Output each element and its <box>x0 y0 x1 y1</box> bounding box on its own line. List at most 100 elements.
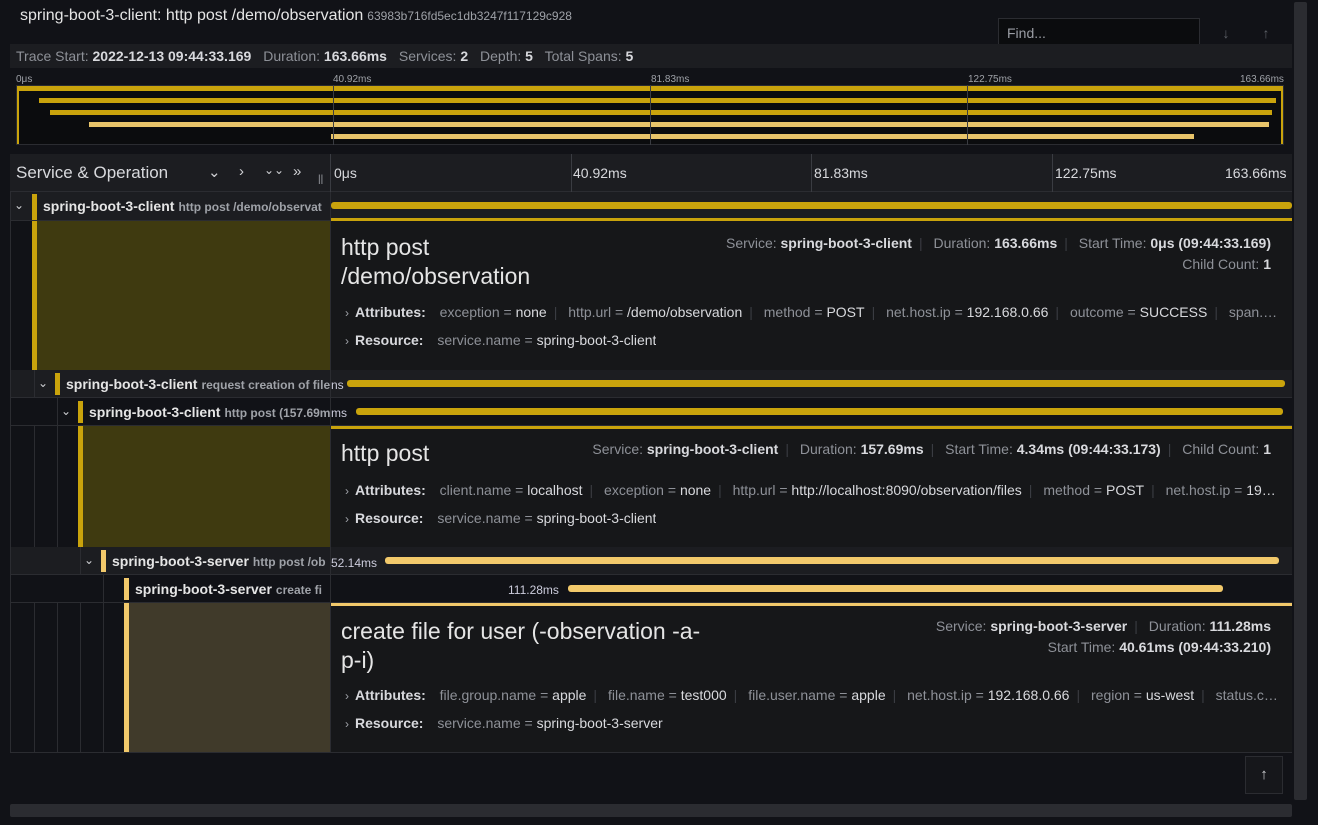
span-bar[interactable] <box>568 585 1223 592</box>
minimap-tick: 81.83ms <box>651 74 690 85</box>
timeline-header: Service & Operation ⌄ › ⌄⌄ » || 0μs 40.9… <box>10 154 1292 192</box>
span-overview: Service: spring-boot-3-client | Duration:… <box>592 441 1271 457</box>
table-left-border <box>10 192 11 753</box>
attributes-section[interactable]: › Attributes: file.group.name = apple | fi… <box>345 687 1280 703</box>
horizontal-scrollbar[interactable] <box>10 804 1292 817</box>
minimap-tick: 163.66ms <box>1240 74 1284 85</box>
expand-one-button[interactable]: › <box>239 163 244 180</box>
service-color-marker <box>55 373 60 395</box>
service-color-marker <box>32 194 37 220</box>
chevron-right-icon: › <box>345 306 349 320</box>
attributes-section[interactable]: › Attributes: client.name = localhost | ex… <box>345 482 1280 498</box>
chevron-right-icon: › <box>345 512 349 526</box>
service-color-marker <box>124 603 129 753</box>
table-bottom-border <box>10 752 1292 753</box>
resource-section[interactable]: › Resource: service.name = spring-boot-3-… <box>345 510 656 526</box>
span-start-time: Start Time: 40.61ms (09:44:33.210) <box>1047 639 1271 655</box>
timeline-tick: 122.75ms <box>1055 165 1117 181</box>
minimap-gridline <box>650 85 651 145</box>
minimap-span-bar <box>331 134 1194 139</box>
span-name[interactable]: spring-boot-3-client http post /demo/obse… <box>43 198 323 214</box>
trace-title-text: spring-boot-3-client: http post /demo/ob… <box>20 7 364 24</box>
trace-title: spring-boot-3-client: http post /demo/ob… <box>20 7 572 25</box>
scroll-to-top-button[interactable]: ↑ <box>1245 756 1283 794</box>
minimap-span-bar <box>50 110 1272 115</box>
attributes-section[interactable]: › Attributes: exception = none | http.url … <box>345 304 1280 320</box>
header-gridline <box>571 154 572 192</box>
span-overview: Service: spring-boot-3-server | Duration:… <box>935 618 1271 634</box>
minimap-handle-right[interactable] <box>1281 86 1283 144</box>
tree-guide <box>103 575 104 753</box>
service-color-marker <box>78 401 83 423</box>
child-count: Child Count: 1 <box>1182 256 1271 272</box>
chevron-down-icon[interactable]: ⌄ <box>14 198 24 212</box>
span-overview: Service: spring-boot-3-client | Duration:… <box>726 235 1271 251</box>
span-bar[interactable] <box>347 380 1285 387</box>
span-detail-title: http post <box>341 440 430 466</box>
chevron-down-icon[interactable]: ⌄ <box>38 376 48 390</box>
span-bar[interactable] <box>385 557 1279 564</box>
services-value: 2 <box>460 48 469 64</box>
chevron-right-icon: › <box>345 689 349 703</box>
span-detail-title: create file for user (-observation -a-p-… <box>341 618 701 673</box>
header-divider <box>330 154 331 192</box>
services-label: Services: <box>398 48 457 64</box>
chevron-down-icon[interactable]: ⌄ <box>61 404 71 418</box>
span-duration-label: 52.14ms <box>331 556 378 570</box>
total-spans-value: 5 <box>625 48 634 64</box>
service-color-marker <box>101 550 106 572</box>
trace-start-value: 2022-12-13 09:44:33.169 <box>92 48 252 64</box>
span-detail-gutter <box>32 221 330 370</box>
service-color-marker <box>32 221 37 370</box>
span-detail-gutter <box>124 603 330 753</box>
minimap-tick: 122.75ms <box>968 74 1012 85</box>
duration-label: Duration: <box>263 48 321 64</box>
resource-section[interactable]: › Resource: service.name = spring-boot-3-… <box>345 332 656 348</box>
timeline-tick: 0μs <box>334 165 357 181</box>
trace-summary: Trace Start: 2022-12-13 09:44:33.169 Dur… <box>10 44 1292 68</box>
minimap-tick: 0μs <box>16 74 33 85</box>
span-detail-gutter <box>78 426 330 547</box>
service-color-marker <box>78 426 83 547</box>
minimap-span-bar <box>89 122 1269 127</box>
total-spans-label: Total Spans: <box>544 48 622 64</box>
chevron-down-icon[interactable]: ⌄ <box>84 553 94 567</box>
depth-value: 5 <box>525 48 533 64</box>
header-gridline <box>1052 154 1053 192</box>
column-divider <box>330 192 331 753</box>
span-bar[interactable] <box>356 408 1283 415</box>
header-gridline <box>811 154 812 192</box>
trace-start-label: Trace Start: <box>16 48 89 64</box>
chevron-right-icon: › <box>345 484 349 498</box>
trace-id: 63983b716fd5ec1db3247f117129c928 <box>367 9 572 23</box>
find-input[interactable] <box>1007 19 1191 47</box>
collapse-all-button[interactable]: ⌄⌄ <box>264 163 284 177</box>
span-name[interactable]: spring-boot-3-server http post /ob <box>112 553 330 569</box>
depth-label: Depth: <box>480 48 522 64</box>
minimap-tick: 40.92ms <box>333 74 372 85</box>
span-detail-title: http post/demo/observation <box>341 234 531 289</box>
chevron-right-icon: › <box>345 334 349 348</box>
span-duration-label: 111.28ms <box>508 583 559 597</box>
timeline-tick: 40.92ms <box>573 165 627 181</box>
minimap-gridline <box>333 85 334 145</box>
timeline-tick: 163.66ms <box>1225 165 1287 181</box>
span-name[interactable]: spring-boot-3-server create fi <box>135 581 330 597</box>
chevron-right-icon: › <box>345 717 349 731</box>
span-bar[interactable] <box>331 202 1292 209</box>
minimap-gridline <box>967 85 968 145</box>
span-name[interactable]: spring-boot-3-client request creation of … <box>66 376 330 392</box>
minimap-handle-left[interactable] <box>17 86 19 144</box>
timeline-tick: 81.83ms <box>814 165 868 181</box>
service-color-marker <box>124 578 129 600</box>
resource-section[interactable]: › Resource: service.name = spring-boot-3-… <box>345 715 663 731</box>
minimap-span-bar <box>39 98 1276 103</box>
collapse-one-button[interactable]: ⌄ <box>208 163 221 181</box>
vertical-scrollbar[interactable] <box>1294 2 1307 800</box>
span-duration-label: ns <box>331 378 344 392</box>
expand-all-button[interactable]: » <box>293 163 301 180</box>
column-resizer[interactable]: || <box>318 174 323 185</box>
duration-value: 163.66ms <box>323 48 387 64</box>
span-name[interactable]: spring-boot-3-client http post (157.69ms <box>89 404 330 420</box>
span-duration-label: ms <box>331 406 347 420</box>
